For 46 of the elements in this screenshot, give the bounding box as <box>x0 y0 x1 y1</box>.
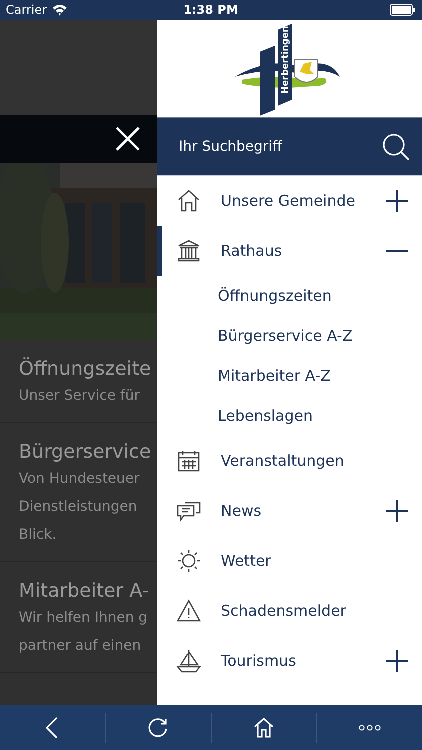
plus-icon <box>386 500 408 522</box>
warning-icon <box>176 598 202 624</box>
submenu-item[interactable]: Bürgerservice A-Z <box>218 327 353 345</box>
article-text: Unser Service für <box>19 387 141 406</box>
house-icon <box>176 188 202 214</box>
search-icon <box>382 132 410 160</box>
article-text: Blick. <box>19 526 58 545</box>
reload-icon <box>147 716 170 738</box>
menu-item[interactable]: Wetter <box>157 536 422 586</box>
back-icon <box>45 716 60 738</box>
expand-button[interactable] <box>386 190 408 212</box>
town-logo: Herbertingen <box>230 22 350 116</box>
plus-icon <box>386 650 408 672</box>
sailboat-icon <box>176 648 202 674</box>
close-button[interactable] <box>115 126 141 152</box>
clock-time: 1:38 PM <box>184 3 238 17</box>
menu-item[interactable]: Tourismus <box>157 636 422 686</box>
menu-item[interactable]: Schadensmelder <box>157 586 422 636</box>
submenu-item[interactable]: Mitarbeiter A-Z <box>218 367 331 385</box>
minus-icon <box>386 250 408 252</box>
article-title: Bürgerservice <box>19 441 152 463</box>
calendar-icon <box>176 448 202 474</box>
home-icon <box>252 716 275 738</box>
article-title: Öffnungszeite <box>19 358 152 380</box>
article-text: Dienstleistungen <box>19 498 138 517</box>
menu-item[interactable]: News <box>157 486 422 536</box>
columns-icon <box>176 238 202 264</box>
expand-button[interactable] <box>386 650 408 672</box>
plus-icon <box>386 190 408 212</box>
submenu-item[interactable]: Lebenslagen <box>218 407 314 425</box>
close-icon <box>115 126 141 152</box>
article-text: Von Hundesteuer <box>19 470 141 489</box>
article-title: Mitarbeiter A- <box>19 580 150 602</box>
menu-item[interactable]: Veranstaltungen <box>157 436 422 486</box>
submenu-item[interactable]: Öffnungszeiten <box>218 287 332 305</box>
search-button[interactable] <box>382 132 410 160</box>
more-icon <box>358 724 381 730</box>
menu-item[interactable]: Rathaus <box>157 226 422 276</box>
menu-item[interactable]: Unsere Gemeinde <box>157 176 422 226</box>
wifi-icon <box>52 4 68 16</box>
carrier-label: Carrier <box>6 3 48 17</box>
expand-button[interactable] <box>386 500 408 522</box>
article-text: Wir helfen Ihnen g <box>19 609 149 628</box>
battery-icon <box>390 4 416 16</box>
sun-icon <box>176 548 202 574</box>
article-text: partner auf einen <box>19 637 142 656</box>
